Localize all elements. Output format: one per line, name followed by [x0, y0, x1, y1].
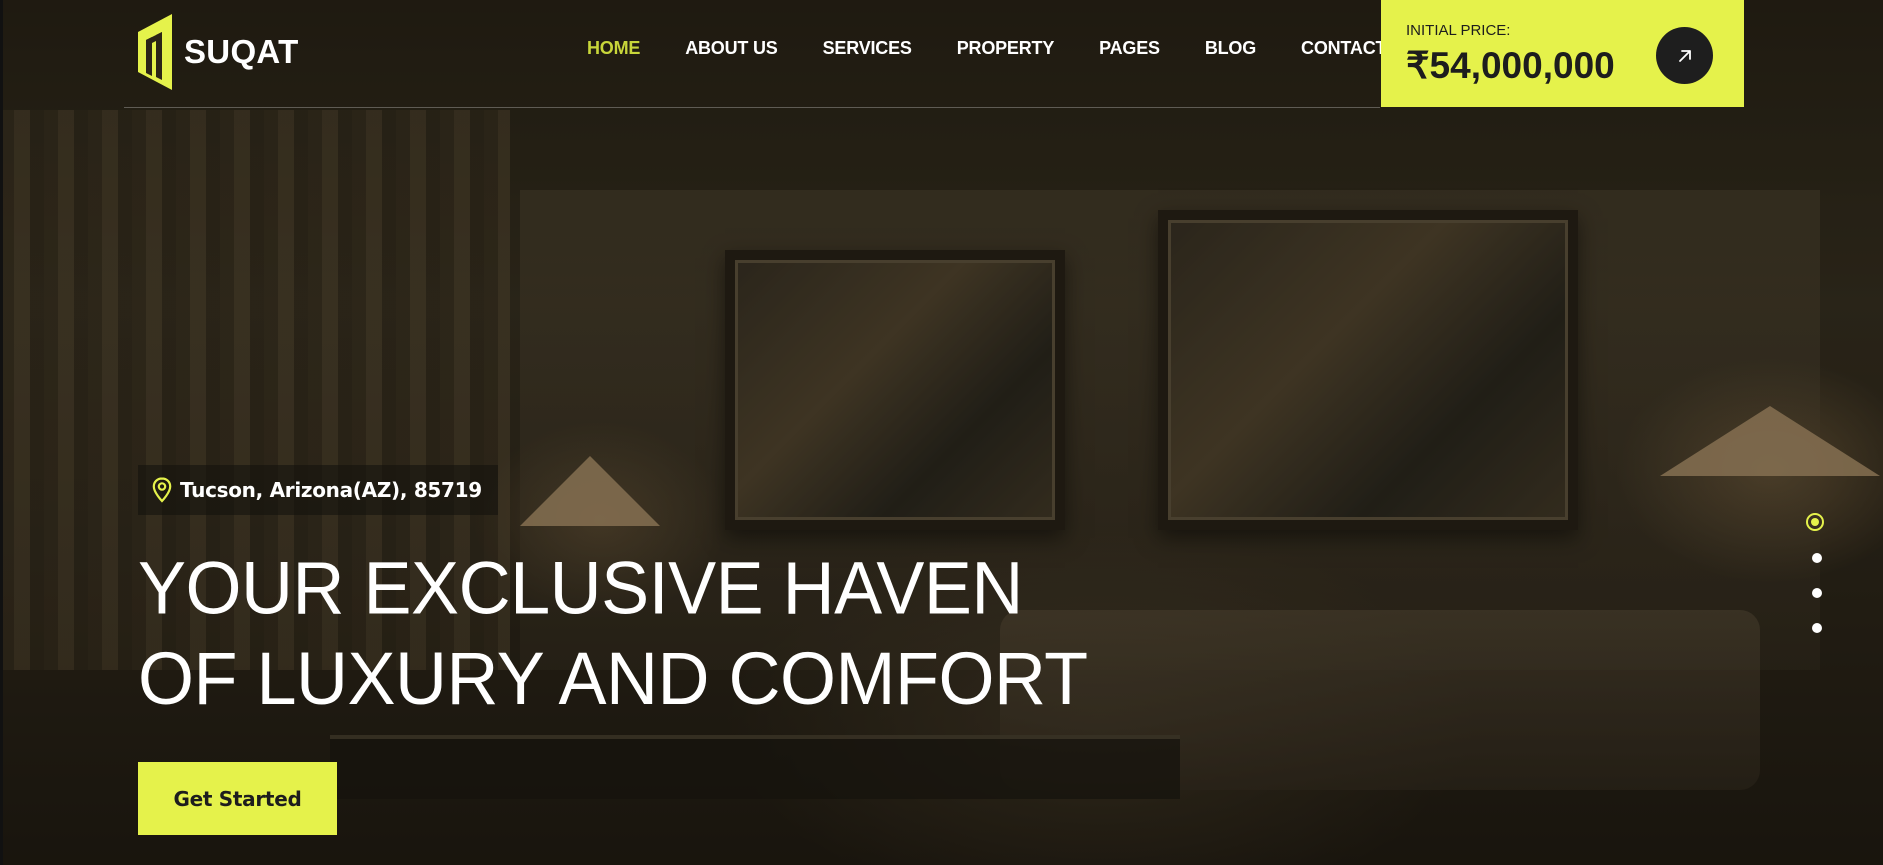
location-badge: Tucson, Arizona(AZ), 85719 [138, 465, 498, 515]
background-dark-overlay [0, 0, 1883, 865]
location-text: Tucson, Arizona(AZ), 85719 [180, 478, 482, 502]
nav-item-about-us[interactable]: ABOUT US [685, 38, 778, 59]
nav-item-contact[interactable]: CONTACT [1301, 38, 1386, 59]
get-started-button[interactable]: Get Started [138, 762, 337, 835]
nav-item-property[interactable]: PROPERTY [957, 38, 1055, 59]
price-value: ₹54,000,000 [1406, 45, 1615, 86]
map-pin-icon [152, 477, 172, 503]
main-nav: HOME ABOUT US SERVICES PROPERTY PAGES BL… [587, 38, 1431, 59]
nav-item-home[interactable]: HOME [587, 38, 640, 59]
site-header: SUQAT HOME ABOUT US SERVICES PROPERTY PA… [0, 0, 1883, 108]
price-label: INITIAL PRICE: [1406, 22, 1511, 39]
brand-logo[interactable]: SUQAT [138, 14, 299, 90]
headline-line-1: YOUR EXCLUSIVE HAVEN [138, 547, 1023, 630]
nav-item-pages[interactable]: PAGES [1099, 38, 1160, 59]
arrow-up-right-icon [1678, 49, 1691, 62]
initial-price-box: INITIAL PRICE: ₹54,000,000 [1381, 0, 1744, 107]
hero-headline: YOUR EXCLUSIVE HAVEN OF LUXURY AND COMFO… [138, 543, 1088, 724]
slider-dot-2[interactable] [1812, 553, 1822, 563]
hero-section: SUQAT HOME ABOUT US SERVICES PROPERTY PA… [0, 0, 1883, 865]
brand-name: SUQAT [184, 33, 299, 70]
price-arrow-button[interactable] [1656, 27, 1713, 84]
header-divider [124, 107, 1380, 108]
slider-dot-3[interactable] [1812, 588, 1822, 598]
nav-item-services[interactable]: SERVICES [823, 38, 912, 59]
logo-mark-icon [138, 14, 172, 90]
slider-dot-4[interactable] [1812, 623, 1822, 633]
headline-line-2: OF LUXURY AND COMFORT [138, 638, 1088, 721]
left-edge-border [0, 0, 3, 865]
slider-dot-1[interactable] [1806, 513, 1824, 531]
nav-item-blog[interactable]: BLOG [1205, 38, 1256, 59]
